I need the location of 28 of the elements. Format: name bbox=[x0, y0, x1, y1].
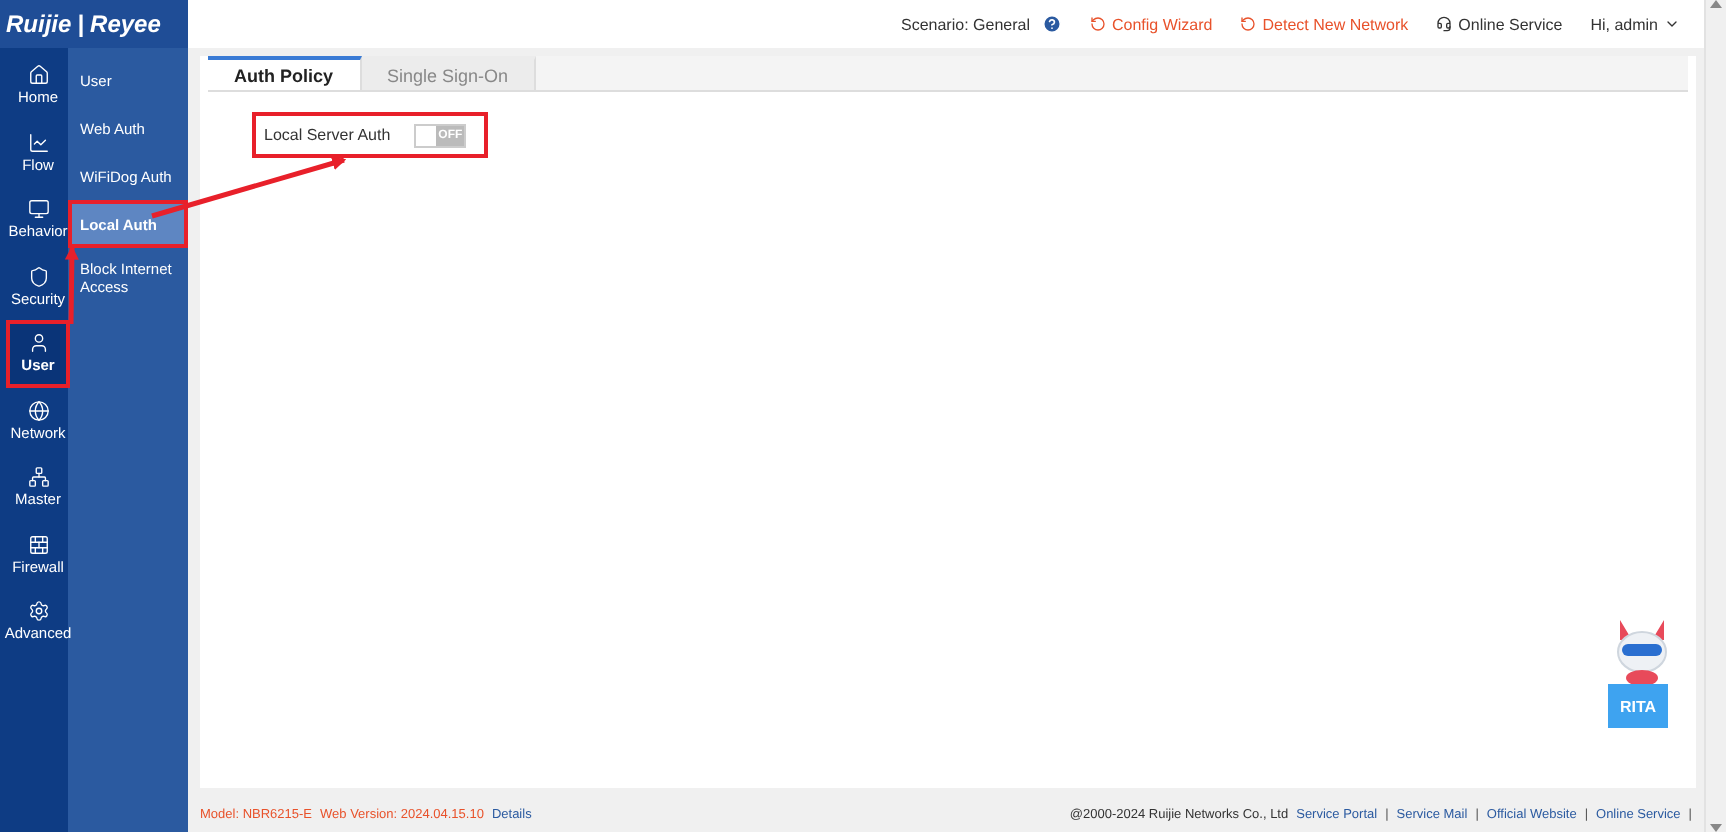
refresh-icon bbox=[1240, 16, 1257, 32]
scroll-down-icon[interactable] bbox=[1710, 824, 1722, 832]
tab[interactable]: Auth Policy bbox=[208, 56, 362, 90]
brand-logo: Ruijie bbox=[6, 10, 72, 38]
logo-divider: | bbox=[77, 10, 85, 38]
annotation-arrow bbox=[64, 245, 79, 325]
header-link[interactable]: Config Wizard bbox=[1090, 15, 1213, 33]
user-menu[interactable]: Hi, admin bbox=[1590, 15, 1680, 33]
settings-icon bbox=[27, 600, 49, 623]
scenario-label: Scenario: General bbox=[901, 15, 1030, 33]
scrollbar[interactable] bbox=[1704, 0, 1726, 832]
user-icon bbox=[27, 332, 49, 355]
shield-icon bbox=[27, 265, 49, 288]
setting-label: Local Server Auth bbox=[264, 126, 391, 144]
refresh-icon bbox=[1090, 16, 1106, 32]
home-icon bbox=[27, 64, 49, 87]
line-chart-icon bbox=[27, 131, 49, 154]
scroll-up-icon[interactable] bbox=[1710, 0, 1722, 8]
header-link[interactable]: Online Service bbox=[1436, 15, 1563, 33]
brick-wall-icon bbox=[27, 533, 49, 556]
header-link[interactable]: Detect New Network bbox=[1240, 15, 1409, 33]
chevron-down-icon bbox=[1664, 16, 1680, 32]
globe-icon bbox=[27, 399, 49, 422]
headset-icon bbox=[1436, 16, 1453, 32]
monitor-icon bbox=[27, 198, 49, 221]
product-logo: Reyee bbox=[90, 10, 161, 38]
hierarchy-icon bbox=[27, 466, 49, 489]
help-icon[interactable] bbox=[1042, 14, 1062, 34]
